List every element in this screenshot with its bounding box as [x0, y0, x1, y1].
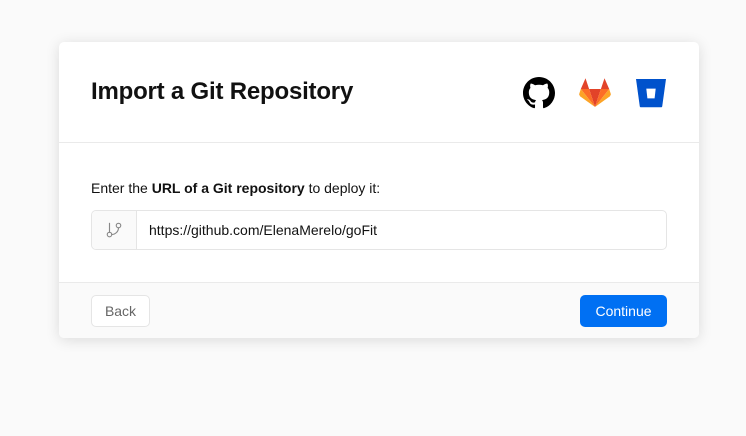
card-body: Enter the URL of a Git repository to dep… — [59, 143, 699, 282]
git-branch-icon — [106, 222, 122, 238]
continue-button[interactable]: Continue — [580, 295, 667, 327]
back-button[interactable]: Back — [91, 295, 150, 327]
repository-url-input[interactable] — [137, 211, 666, 249]
github-icon — [523, 77, 555, 109]
import-git-card: Import a Git Repository Enter the URL of… — [59, 42, 699, 338]
page-title: Import a Git Repository — [91, 78, 354, 105]
instruction-text: Enter the URL of a Git repository to dep… — [91, 179, 380, 197]
repository-url-field — [91, 210, 667, 250]
instruction-prefix: Enter the — [91, 180, 152, 196]
card-header: Import a Git Repository — [59, 42, 699, 143]
gitlab-icon — [579, 78, 611, 107]
git-provider-icons — [523, 76, 667, 110]
gitlab-provider-button[interactable] — [579, 77, 611, 109]
card-footer: Back Continue — [59, 282, 699, 338]
github-provider-button[interactable] — [523, 77, 555, 109]
instruction-bold: URL of a Git repository — [151, 180, 305, 196]
instruction-suffix: to deploy it: — [304, 180, 381, 196]
url-prefix — [92, 211, 137, 249]
bitbucket-icon — [636, 79, 666, 108]
bitbucket-provider-button[interactable] — [635, 77, 667, 109]
